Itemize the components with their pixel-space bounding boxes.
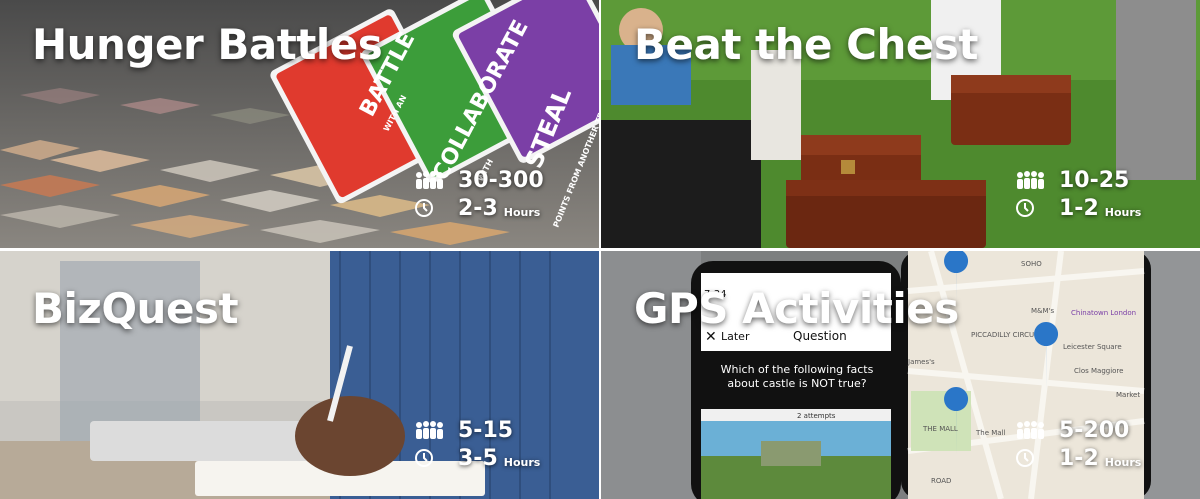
duration-unit: Hours: [503, 205, 541, 219]
duration-unit: Hours: [1104, 205, 1142, 219]
activity-stats: 10-25 1-2 Hours: [1015, 166, 1141, 222]
activity-tile-gps-activities[interactable]: 7:34 ✕ Later Question Which of the follo…: [601, 251, 1200, 499]
map-label-james: James's: [907, 358, 935, 366]
duration-range: 1-2: [1059, 445, 1099, 471]
clock-icon: [414, 197, 444, 219]
group-icon: [414, 419, 444, 441]
people-range: 5-200: [1059, 417, 1130, 443]
map-label-market: Market: [1116, 391, 1140, 399]
map-label-road: ROAD: [931, 477, 951, 485]
map-label-soho: SOHO: [1021, 260, 1042, 268]
people-range: 30-300: [458, 167, 544, 193]
group-icon: [414, 169, 444, 191]
activity-title: Hunger Battles: [32, 20, 383, 69]
phone-question: Which of the following facts about castl…: [720, 363, 874, 390]
activity-tile-bizquest[interactable]: BizQuest 5-15 3-5 Hours: [0, 251, 599, 499]
clock-icon: [1015, 447, 1045, 469]
people-range: 5-15: [458, 417, 514, 443]
activity-stats: 5-15 3-5 Hours: [414, 416, 540, 472]
activity-stats: 30-300 2-3 Hours: [414, 166, 544, 222]
duration-unit: Hours: [1104, 455, 1142, 469]
activities-grid: BATTLE WITH AN COLLABORATE WITH STEAL PO…: [0, 0, 1200, 499]
duration-range: 1-2: [1059, 195, 1099, 221]
duration-range: 3-5: [458, 445, 498, 471]
activity-stats: 5-200 1-2 Hours: [1015, 416, 1141, 472]
phone-attempts: 2 attempts: [797, 412, 836, 420]
map-label-the-mall-caps: THE MALL: [922, 425, 958, 433]
map-label-the-mall: The Mall: [975, 429, 1006, 437]
duration-range: 2-3: [458, 195, 498, 221]
group-icon: [1015, 419, 1045, 441]
map-label-mms: M&M's: [1031, 307, 1054, 315]
clock-icon: [414, 447, 444, 469]
group-icon: [1015, 169, 1045, 191]
activity-title: Beat the Chest: [634, 20, 978, 69]
map-label-clos-maggiore: Clos Maggiore: [1074, 367, 1123, 375]
duration-unit: Hours: [503, 455, 541, 469]
clock-icon: [1015, 197, 1045, 219]
activity-tile-hunger-battles[interactable]: BATTLE WITH AN COLLABORATE WITH STEAL PO…: [0, 0, 599, 248]
people-range: 10-25: [1059, 167, 1130, 193]
map-label-chinatown: Chinatown London: [1071, 309, 1136, 317]
activity-title: GPS Activities: [634, 284, 959, 333]
activity-title: BizQuest: [32, 284, 239, 333]
activity-tile-beat-the-chest[interactable]: Beat the Chest 10-25 1-2 Hours: [601, 0, 1200, 248]
map-label-leicester: Leicester Square: [1063, 343, 1122, 351]
map-label-piccadilly: PICCADILLY CIRCUS: [971, 331, 1039, 339]
